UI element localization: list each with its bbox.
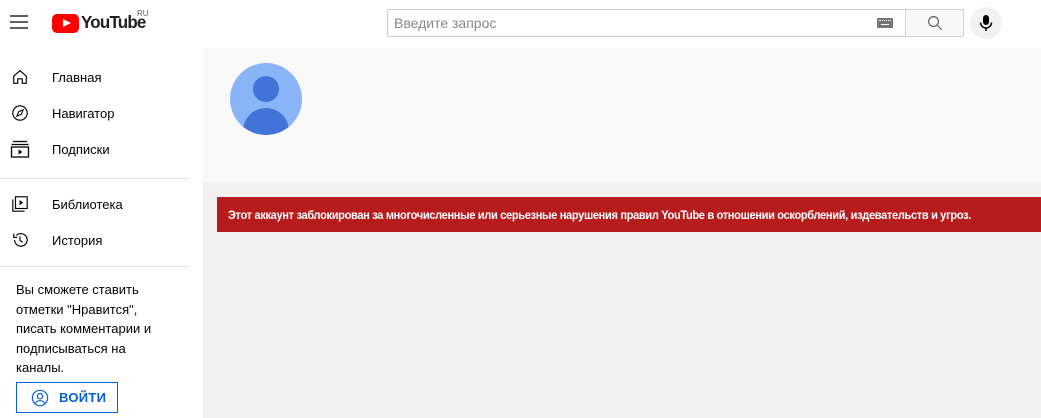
sidebar-item-label: Библиотека	[52, 196, 123, 212]
compass-icon	[10, 103, 30, 123]
subscriptions-icon	[10, 139, 30, 159]
sidebar-item-explore[interactable]: Навигатор	[0, 95, 203, 131]
keyboard-icon[interactable]	[877, 18, 893, 28]
search-button[interactable]	[905, 9, 964, 37]
youtube-logo[interactable]: YouTube RU	[52, 9, 149, 34]
menu-icon[interactable]	[10, 12, 30, 32]
alert-message: Этот аккаунт заблокирован за многочислен…	[228, 207, 972, 222]
sidebar-divider	[0, 266, 189, 267]
sidebar-item-library[interactable]: Библиотека	[0, 186, 203, 222]
sidebar: Главная Навигатор Подписки Библиотека Ис…	[0, 48, 203, 418]
history-icon	[10, 230, 30, 250]
sidebar-item-label: Навигатор	[52, 105, 115, 121]
sidebar-item-label: Подписки	[52, 141, 110, 157]
home-icon	[10, 67, 30, 87]
youtube-play-icon	[52, 13, 79, 33]
sidebar-item-subscriptions[interactable]: Подписки	[0, 131, 203, 167]
sidebar-item-label: История	[52, 232, 103, 248]
signin-button-label: ВОЙТИ	[59, 390, 107, 405]
search-input[interactable]	[394, 11, 864, 35]
channel-avatar	[230, 63, 302, 135]
account-icon	[31, 389, 49, 406]
library-icon	[10, 194, 30, 214]
sidebar-item-history[interactable]: История	[0, 222, 203, 258]
sidebar-divider	[0, 178, 189, 179]
main-content: Этот аккаунт заблокирован за многочислен…	[203, 48, 1041, 418]
signin-button[interactable]: ВОЙТИ	[16, 382, 118, 413]
account-terminated-alert: Этот аккаунт заблокирован за многочислен…	[217, 197, 1041, 232]
search-icon	[927, 16, 942, 31]
search-box	[387, 9, 905, 37]
microphone-icon	[979, 15, 993, 31]
voice-search-button[interactable]	[970, 7, 1002, 39]
sidebar-item-home[interactable]: Главная	[0, 59, 203, 95]
sidebar-item-label: Главная	[52, 69, 102, 85]
signin-prompt: Вы сможете ставить отметки "Нравится", п…	[16, 282, 152, 375]
country-code: RU	[137, 9, 149, 18]
logo-text: YouTube	[81, 12, 146, 33]
channel-header	[203, 48, 1041, 182]
masthead: YouTube RU	[0, 0, 1041, 48]
